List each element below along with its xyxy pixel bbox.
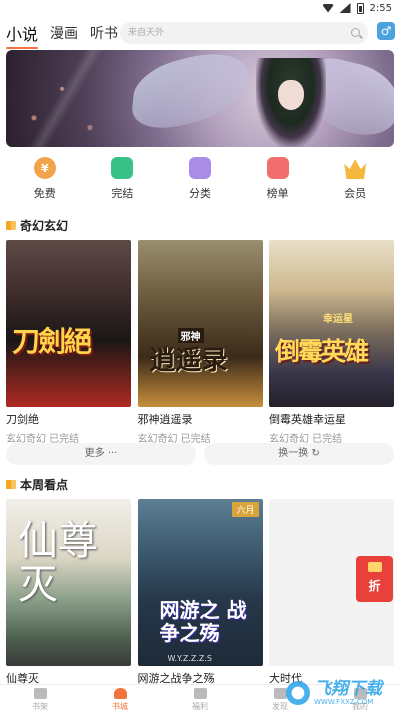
bottom-nav-bookshelf[interactable]: 书架	[10, 685, 70, 714]
cover-title-text: 刀劍絕	[12, 325, 92, 358]
watermark-text: 飞翔下载	[314, 678, 382, 699]
quick-menu-category[interactable]: 分类	[170, 153, 230, 205]
quick-menu-label: 会员	[344, 187, 367, 200]
section-title-weekly: 本周看点	[6, 476, 68, 493]
cover-title-text: 仙尊灭	[18, 518, 98, 608]
watermark-logo-icon	[286, 681, 310, 705]
cover-title-text: 网游之 战争之殇	[159, 598, 247, 645]
banner-face	[278, 80, 304, 110]
cover-subtitle: W.Y.Z.Z.Z.S	[167, 654, 213, 663]
book-title: 邪神逍遥录	[137, 413, 193, 426]
search-icon	[351, 28, 360, 37]
bottom-nav-label: 书城	[112, 702, 128, 711]
book-icon	[6, 221, 16, 230]
cover-tag: 六月	[232, 502, 259, 517]
book-icon	[111, 157, 134, 179]
refresh-button[interactable]: 换一换 ↻	[204, 443, 394, 465]
book-cover: 刀劍絕	[6, 240, 131, 407]
banner-wing-left	[129, 50, 253, 139]
watermark: 飞翔下载 WWW.FXXZ.COM	[286, 674, 396, 712]
ranking-icon	[266, 157, 289, 179]
bookshelf-icon	[33, 688, 47, 699]
bookstore-icon	[113, 688, 127, 699]
quick-menu-vip[interactable]: 会员	[325, 153, 385, 205]
book-row-weekly: 仙尊灭 仙尊灭 六月 网游之 战争之殇 W.Y.Z.Z.Z.S 网游之战争之殇 …	[6, 499, 394, 686]
coin-icon: ¥	[33, 157, 56, 179]
bottom-nav-label: 书架	[32, 702, 48, 711]
quick-menu-label: 分类	[188, 187, 211, 200]
discount-coupon-button[interactable]: 折	[356, 556, 393, 602]
book-cover: 仙尊灭	[6, 499, 131, 666]
bottom-nav-bookstore[interactable]: 书城	[90, 685, 150, 714]
cover-badge: 幸运星	[323, 314, 353, 325]
section-title-text: 本周看点	[20, 478, 69, 492]
book-title: 倒霉英雄幸运星	[269, 413, 346, 426]
book-cover: 六月 网游之 战争之殇 W.Y.Z.Z.Z.S	[137, 499, 263, 666]
section-title-fantasy: 奇幻玄幻	[6, 217, 68, 234]
book-cover: 邪神 逍遥录	[137, 240, 263, 407]
male-symbol-icon[interactable]: ♂	[377, 22, 395, 40]
quick-menu-label: 免费	[33, 187, 56, 200]
book-row-fantasy: 刀劍絕 刀剑绝 玄幻奇幻 已完结 邪神 逍遥录 邪神逍遥录 玄幻奇幻 已完结 幸…	[6, 240, 394, 445]
tab-audiobook[interactable]: 听书	[90, 23, 118, 43]
book-cover: 幸运星 倒霉英雄	[269, 240, 394, 407]
book-card[interactable]: 六月 网游之 战争之殇 W.Y.Z.Z.Z.S 网游之战争之殇	[137, 499, 263, 686]
more-button[interactable]: 更多 ···	[6, 443, 196, 465]
status-bar: 2:55	[0, 0, 400, 16]
gift-icon	[193, 688, 207, 699]
tab-novel[interactable]: 小说	[6, 21, 39, 49]
battery-icon	[356, 2, 364, 14]
section-title-text: 奇幻玄幻	[20, 219, 69, 233]
status-time: 2:55	[369, 2, 392, 14]
crown-icon	[344, 159, 367, 179]
book-title: 刀剑绝	[6, 413, 39, 426]
watermark-url: WWW.FXXZ.COM	[314, 697, 374, 706]
compass-icon	[273, 688, 287, 699]
wifi-icon	[322, 3, 334, 13]
quick-menu-ranking[interactable]: 榜单	[248, 153, 308, 205]
search-placeholder: 来自天外	[128, 28, 165, 38]
book-icon	[6, 480, 16, 489]
coupon-label: 折	[368, 579, 381, 593]
bottom-nav-label: 福利	[192, 702, 208, 711]
red-envelope-icon	[367, 562, 382, 572]
bottom-nav-welfare[interactable]: 福利	[170, 685, 230, 714]
cover-title-text: 倒霉英雄	[275, 337, 369, 366]
tab-comic[interactable]: 漫画	[50, 23, 78, 43]
book-card[interactable]: 幸运星 倒霉英雄 倒霉英雄幸运星 玄幻奇幻 已完结	[269, 240, 394, 445]
banner-sparkles	[6, 50, 146, 147]
section-actions: 更多 ··· 换一换 ↻	[6, 443, 394, 465]
document-icon	[188, 157, 211, 179]
promo-banner[interactable]	[6, 50, 394, 147]
search-input[interactable]: 来自天外	[120, 22, 368, 44]
top-nav: 小说 漫画 听书 来自天外 ♂	[0, 18, 400, 49]
quick-menu-completed[interactable]: 完结	[92, 153, 152, 205]
book-card[interactable]: 仙尊灭 仙尊灭	[6, 499, 131, 686]
quick-menu-free[interactable]: ¥ 免费	[15, 153, 75, 205]
quick-menu-label: 完结	[111, 187, 134, 200]
quick-menu-label: 榜单	[266, 187, 289, 200]
book-card[interactable]: 邪神 逍遥录 邪神逍遥录 玄幻奇幻 已完结	[137, 240, 263, 445]
book-card[interactable]: 刀劍絕 刀剑绝 玄幻奇幻 已完结	[6, 240, 131, 445]
signal-icon	[339, 3, 351, 13]
quick-menu: ¥ 免费 完结 分类 榜单 会员	[0, 153, 400, 205]
cover-title-text: 逍遥录	[149, 346, 228, 376]
